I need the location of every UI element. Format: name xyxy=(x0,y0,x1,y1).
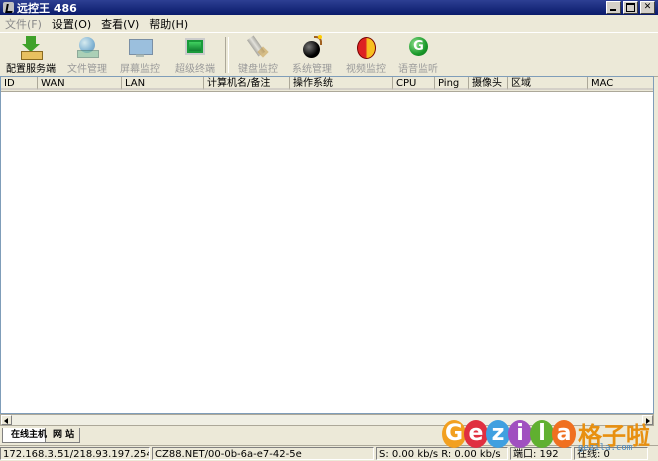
config-download-icon xyxy=(19,36,43,60)
maximize-button[interactable] xyxy=(623,1,638,14)
config-server-label: 配置服务端 xyxy=(6,64,56,75)
status-speed: S: 0.00 kb/s R: 0.00 kb/s xyxy=(376,447,508,460)
video-monitor-button[interactable]: 视频监控 xyxy=(340,33,392,75)
app-icon xyxy=(3,2,14,13)
column-header-ping[interactable]: Ping xyxy=(435,77,469,90)
screen-monitor-icon xyxy=(128,36,153,57)
menu-settings[interactable]: 设置(O) xyxy=(47,16,96,32)
column-header-id[interactable]: ID xyxy=(1,77,38,90)
toolbar-separator xyxy=(225,37,229,73)
column-header-cpu[interactable]: CPU xyxy=(393,77,435,90)
menu-file[interactable]: 文件(F) xyxy=(0,16,47,32)
system-manage-label: 系统管理 xyxy=(292,64,332,75)
screen-monitor-label: 屏幕监控 xyxy=(120,64,160,75)
scroll-left-icon[interactable] xyxy=(1,415,12,425)
file-manager-globe-icon xyxy=(75,36,99,58)
minimize-button[interactable] xyxy=(606,1,621,14)
host-list[interactable]: ID WAN LAN 计算机名/备注 操作系统 CPU Ping 摄像头 区域 … xyxy=(0,76,654,414)
screen-monitor-button[interactable]: 屏幕监控 xyxy=(112,33,168,75)
video-monitor-label: 视频监控 xyxy=(346,64,386,75)
menu-help[interactable]: 帮助(H) xyxy=(144,16,193,32)
file-manager-label: 文件管理 xyxy=(67,64,107,75)
column-header-mac[interactable]: MAC xyxy=(588,77,653,90)
status-online: 在线: 0 xyxy=(574,447,648,460)
terminal-icon xyxy=(183,36,207,57)
file-manager-button[interactable]: 文件管理 xyxy=(62,33,112,75)
column-header-region[interactable]: 区域 xyxy=(508,77,588,90)
status-port: 端口: 192 xyxy=(510,447,572,460)
status-bar: 172.168.3.51/218.93.197.254/江苏省 CZ88.NET… xyxy=(0,445,658,461)
status-ip: 172.168.3.51/218.93.197.254/江苏省 xyxy=(0,447,150,460)
column-header-computer-name[interactable]: 计算机名/备注 xyxy=(204,77,290,90)
close-button[interactable]: ✕ xyxy=(640,1,655,14)
menu-bar: 文件(F) 设置(O) 查看(V) 帮助(H) xyxy=(0,15,658,32)
column-header-lan[interactable]: LAN xyxy=(122,77,204,90)
column-header-wan[interactable]: WAN xyxy=(38,77,122,90)
window-title: 远控王 486 xyxy=(17,1,77,15)
toolbar: 配置服务端 文件管理 屏幕监控 超级终端 键盘监控 系统管理 视频监控 G 语音… xyxy=(0,32,658,77)
terminal-button[interactable]: 超级终端 xyxy=(168,33,222,75)
config-server-button[interactable]: 配置服务端 xyxy=(0,33,62,75)
title-bar: 远控王 486 ✕ xyxy=(0,0,658,15)
terminal-label: 超级终端 xyxy=(175,64,215,75)
column-header-os[interactable]: 操作系统 xyxy=(290,77,393,90)
scroll-right-icon[interactable] xyxy=(642,415,653,425)
list-header: ID WAN LAN 计算机名/备注 操作系统 CPU Ping 摄像头 区域 … xyxy=(1,77,653,92)
keyboard-pen-icon xyxy=(246,35,270,58)
tab-websites[interactable]: 网 站 xyxy=(44,428,80,443)
voice-g-icon: G xyxy=(406,36,430,57)
list-body[interactable] xyxy=(1,92,653,413)
status-server: CZ88.NET/00-0b-6a-e7-42-5e xyxy=(152,447,374,460)
menu-view[interactable]: 查看(V) xyxy=(96,16,144,32)
horizontal-scrollbar[interactable] xyxy=(0,414,654,426)
voice-monitor-label: 语音监听 xyxy=(398,64,438,75)
tab-online-hosts[interactable]: 在线主机 xyxy=(2,428,47,443)
column-header-camera[interactable]: 摄像头 xyxy=(469,77,508,90)
voice-monitor-button[interactable]: G 语音监听 xyxy=(392,33,444,75)
keyboard-monitor-label: 键盘监控 xyxy=(238,64,278,75)
bomb-icon xyxy=(300,35,324,58)
tab-strip: 网 站 在线主机 xyxy=(0,427,658,444)
keyboard-monitor-button[interactable]: 键盘监控 xyxy=(232,33,284,75)
video-icon xyxy=(354,36,378,59)
system-manage-button[interactable]: 系统管理 xyxy=(284,33,340,75)
